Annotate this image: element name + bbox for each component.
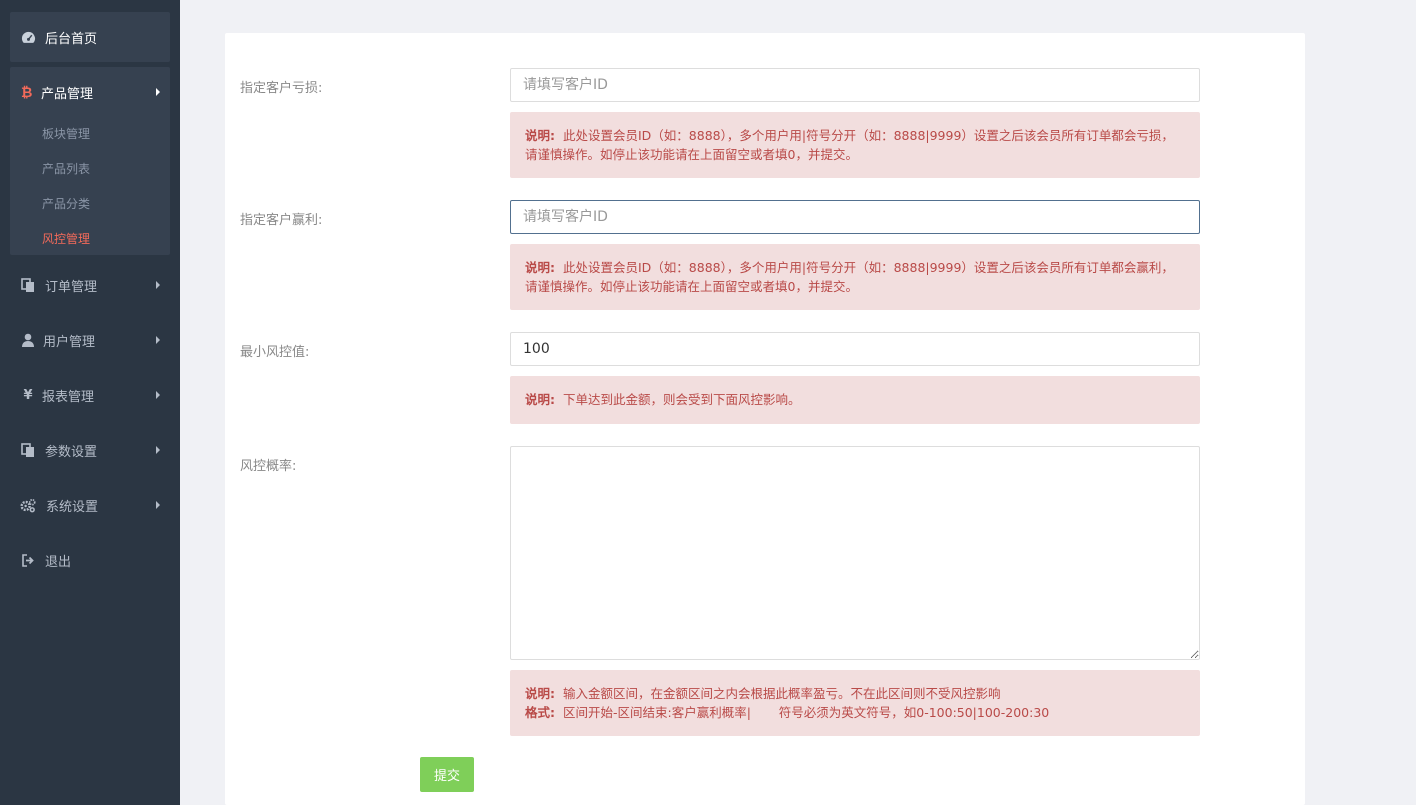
sidebar-subitem-product-list[interactable]: 产品列表 [42,160,90,177]
caret-right-icon [156,501,160,509]
sidebar-subitem-blocks[interactable]: 板块管理 [42,125,90,142]
sidebar-item-logout[interactable]: 退出 [10,535,170,585]
caret-right-icon [156,391,160,399]
sidebar-group-product: ₿ 产品管理 板块管理 产品列表 产品分类 风控管理 [10,67,170,255]
profit-customer-label: 指定客户赢利: [240,213,323,228]
copy-icon [20,442,36,458]
dashboard-icon [20,29,36,45]
sidebar-item-product[interactable]: ₿ 产品管理 [10,67,170,117]
sidebar-item-label: 订单管理 [45,279,98,295]
format-prefix: 格式: [525,705,555,720]
min-risk-label: 最小风控值: [240,345,310,360]
note-text: 下单达到此金额，则会受到下面风控影响。 [563,392,801,407]
min-risk-input[interactable] [510,332,1200,366]
sidebar: 后台首页 ₿ 产品管理 板块管理 产品列表 产品分类 风控管理 订单管理 用户管… [0,0,180,805]
user-icon [20,332,36,348]
risk-probability-note: 说明: 输入金额区间，在金额区间之内会根据此概率盈亏。不在此区间则不受风控影响 格… [510,670,1200,736]
sidebar-subitem-risk-control[interactable]: 风控管理 [42,230,90,247]
sidebar-item-label: 产品管理 [41,86,94,102]
note-text: 此处设置会员ID（如：8888），多个用户用|符号分开（如：8888|9999）… [525,128,1174,162]
sidebar-item-orders[interactable]: 订单管理 [10,260,170,310]
note-prefix: 说明: [525,260,555,275]
caret-right-icon [156,336,160,344]
profit-customer-input[interactable] [510,200,1200,234]
sidebar-item-reports[interactable]: ¥ 报表管理 [10,370,170,420]
note-text: 此处设置会员ID（如：8888），多个用户用|符号分开（如：8888|9999）… [525,260,1174,294]
caret-right-icon [156,88,160,96]
caret-right-icon [156,281,160,289]
submit-button[interactable]: 提交 [420,757,474,792]
sidebar-item-parameters[interactable]: 参数设置 [10,425,170,475]
sidebar-item-label: 报表管理 [42,389,95,405]
gears-icon [20,497,36,513]
risk-probability-label: 风控概率: [240,459,297,474]
note-prefix: 说明: [525,392,555,407]
sidebar-item-label: 用户管理 [43,334,96,350]
note-prefix: 说明: [525,128,555,143]
format-text: 区间开始-区间结束:客户赢利概率| 符号必须为英文符号，如0-100:50|10… [563,705,1050,720]
risk-control-form: 指定客户亏损: 说明:此处设置会员ID（如：8888），多个用户用|符号分开（如… [225,33,1305,805]
profit-customer-note: 说明: 此处设置会员ID（如：8888），多个用户用|符号分开（如：8888|99… [510,244,1200,310]
risk-probability-textarea[interactable] [510,446,1200,660]
svg-text:₿: ₿ [21,85,32,100]
copy-icon [20,277,36,293]
sidebar-item-label: 系统设置 [46,499,99,515]
format-line: 格式: 区间开始-区间结束:客户赢利概率| 符号必须为英文符号，如0-100:50… [525,703,1185,722]
sidebar-item-label: 退出 [45,554,72,570]
loss-customer-input[interactable] [510,68,1200,102]
note-prefix: 说明: [525,686,555,701]
loss-customer-label: 指定客户亏损: [240,81,323,96]
note-text: 输入金额区间，在金额区间之内会根据此概率盈亏。不在此区间则不受风控影响 [563,686,1001,701]
sidebar-item-system[interactable]: 系统设置 [10,480,170,530]
sidebar-item-users[interactable]: 用户管理 [10,315,170,365]
yen-icon: ¥ [23,387,33,403]
loss-customer-note: 说明: 此处设置会员ID（如：8888），多个用户用|符号分开（如：8888|99… [510,112,1200,178]
note-line: 说明: 输入金额区间，在金额区间之内会根据此概率盈亏。不在此区间则不受风控影响 [525,684,1185,703]
caret-right-icon [156,446,160,454]
sidebar-subitem-product-category[interactable]: 产品分类 [42,195,90,212]
sidebar-item-label: 后台首页 [45,31,98,47]
sign-out-icon [20,552,36,568]
bitcoin-icon: ₿ [18,84,34,100]
sidebar-item-label: 参数设置 [45,444,98,460]
sidebar-item-home[interactable]: 后台首页 [10,12,170,62]
min-risk-note: 说明: 下单达到此金额，则会受到下面风控影响。 [510,376,1200,424]
